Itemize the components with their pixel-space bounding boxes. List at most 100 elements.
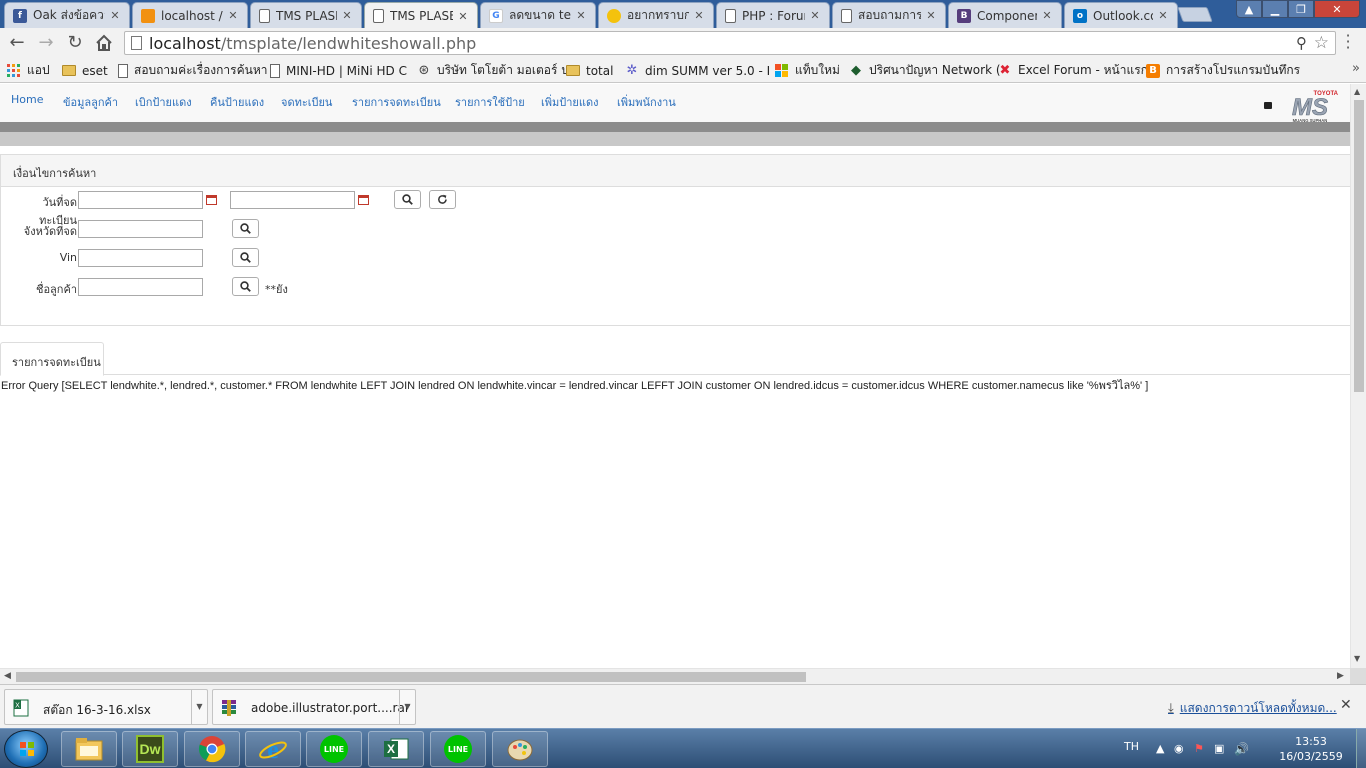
browser-tab-10[interactable]: o Outlook.com ✕	[1064, 2, 1178, 28]
page-info-icon[interactable]	[131, 36, 142, 50]
search-province-button[interactable]	[232, 219, 259, 238]
download-options-chevron-icon[interactable]: ▼	[191, 690, 207, 724]
nav-add-employee[interactable]: เพิ่มพนักงาน	[617, 93, 676, 111]
explorer-icon[interactable]	[61, 731, 117, 767]
browser-tab-1[interactable]: f Oak ส่งข้อความ ✕	[4, 2, 130, 28]
nav-plate-usage-list[interactable]: รายการใช้ป้าย	[455, 93, 525, 111]
close-tab-icon[interactable]: ✕	[1041, 9, 1053, 22]
taskbar-clock[interactable]: 13:53 16/03/2559	[1276, 734, 1346, 764]
bookmark-5[interactable]: ⊛ บริษัท โตโยต้า มอเตอร์ ป	[417, 62, 569, 79]
bookmark-4[interactable]: MINI-HD | MiNi HD C	[270, 62, 407, 79]
close-tab-icon[interactable]: ✕	[575, 9, 587, 22]
lock-icon[interactable]	[1264, 102, 1272, 109]
tab-registration-list[interactable]: รายการจดทะเบียน	[0, 342, 104, 376]
browser-tab-6[interactable]: อยากทราบการ ✕	[598, 2, 714, 28]
paint-icon[interactable]	[492, 731, 548, 767]
browser-tab-9[interactable]: B Components ✕	[948, 2, 1062, 28]
vertical-scroll-thumb[interactable]	[1354, 100, 1364, 392]
start-button[interactable]	[4, 730, 48, 768]
vertical-scrollbar[interactable]: ▲ ▼	[1350, 84, 1366, 668]
nav-register[interactable]: จดทะเบียน	[281, 93, 332, 111]
ie-icon[interactable]: e	[245, 731, 301, 767]
close-tab-icon[interactable]: ✕	[341, 9, 353, 22]
profile-icon[interactable]: ▲	[1236, 0, 1262, 18]
nav-home[interactable]: Home	[11, 93, 43, 106]
reset-button[interactable]	[429, 190, 456, 209]
browser-tab-3[interactable]: TMS PLASE ✕	[250, 2, 362, 28]
close-tab-icon[interactable]: ✕	[693, 9, 705, 22]
chrome-menu-icon[interactable]: · · ·	[1343, 28, 1353, 56]
bookmark-eset[interactable]: eset	[62, 62, 108, 79]
province-input[interactable]	[78, 220, 203, 238]
chrome-icon[interactable]	[184, 731, 240, 767]
search-customer-button[interactable]	[232, 277, 259, 296]
close-window-button[interactable]: ✕	[1314, 0, 1360, 18]
bookmark-10[interactable]: ✖ Excel Forum - หน้าแรก	[998, 62, 1148, 79]
show-desktop-button[interactable]	[1356, 729, 1366, 768]
nav-return-red-plate[interactable]: คืนป้ายแดง	[210, 93, 264, 111]
zoom-icon[interactable]: ⚲	[1296, 34, 1307, 52]
address-bar[interactable]: localhost/tmsplate/lendwhiteshowall.php …	[124, 31, 1336, 55]
dreamweaver-icon[interactable]: Dw	[122, 731, 178, 767]
close-tab-icon[interactable]: ✕	[925, 9, 937, 22]
close-download-shelf-icon[interactable]: ✕	[1340, 697, 1352, 713]
close-tab-icon[interactable]: ✕	[457, 10, 469, 23]
language-indicator[interactable]: TH	[1124, 740, 1139, 753]
browser-tab-8[interactable]: สอบถามการ ✕	[832, 2, 946, 28]
registration-date-to-input[interactable]	[230, 191, 355, 209]
new-tab-button[interactable]	[1177, 7, 1213, 22]
calendar-icon[interactable]	[358, 195, 369, 205]
scroll-down-arrow-icon[interactable]: ▼	[1354, 654, 1360, 663]
scroll-up-arrow-icon[interactable]: ▲	[1354, 87, 1360, 96]
nav-registration-list[interactable]: รายการจดทะเบียน	[352, 93, 441, 111]
show-all-downloads-link[interactable]: ⤓ แสดงการดาวน์โหลดทั้งหมด...	[1168, 699, 1337, 718]
customer-name-input[interactable]	[78, 278, 203, 296]
minimize-button[interactable]: ▁	[1262, 0, 1288, 18]
tray-expand-icon[interactable]: ▲	[1156, 742, 1164, 755]
browser-tab-7[interactable]: PHP : Forum ✕	[716, 2, 830, 28]
download-options-chevron-icon[interactable]: ▼	[399, 690, 415, 724]
bookmark-7[interactable]: ✲ dim SUMM ver 5.0 - I	[625, 62, 771, 79]
more-bookmarks-icon[interactable]: »	[1352, 61, 1360, 76]
scroll-right-arrow-icon[interactable]: ▶	[1337, 671, 1344, 681]
close-tab-icon[interactable]: ✕	[109, 9, 121, 22]
search-vin-button[interactable]	[232, 248, 259, 267]
close-tab-icon[interactable]: ✕	[809, 9, 821, 22]
forward-arrow-icon[interactable]: →	[35, 32, 57, 54]
scroll-left-arrow-icon[interactable]: ◀	[4, 671, 11, 681]
flag-alert-icon[interactable]: ⚑	[1194, 742, 1204, 755]
nav-customer-info[interactable]: ข้อมูลลูกค้า	[63, 93, 118, 111]
download-item-1[interactable]: X สต๊อก 16-3-16.xlsx ▼	[4, 689, 208, 725]
browser-tab-5[interactable]: G ลดขนาด text ✕	[480, 2, 596, 28]
vin-input[interactable]	[78, 249, 203, 267]
browser-tab-2[interactable]: localhost / localhost ✕	[132, 2, 248, 28]
nav-borrow-red-plate[interactable]: เบิกป้ายแดง	[135, 93, 192, 111]
bookmark-3[interactable]: สอบถามค่ะเรื่องการค้นหา	[118, 62, 267, 79]
excel-icon[interactable]: X	[368, 731, 424, 767]
network-icon[interactable]: ▣	[1214, 742, 1224, 755]
close-tab-icon[interactable]: ✕	[227, 9, 239, 22]
reload-icon[interactable]: ↻	[64, 32, 86, 54]
search-date-button[interactable]	[394, 190, 421, 209]
download-item-2[interactable]: adobe.illustrator.port....rar ▼	[212, 689, 416, 725]
registration-date-from-input[interactable]	[78, 191, 203, 209]
home-icon[interactable]	[93, 32, 115, 54]
maximize-button[interactable]: ❐	[1288, 0, 1314, 18]
bookmark-total[interactable]: total	[566, 62, 613, 79]
nav-add-red-plate[interactable]: เพิ่มป้ายแดง	[541, 93, 598, 111]
volume-icon[interactable]: 🔊	[1234, 742, 1249, 756]
bookmark-apps[interactable]: แอป	[7, 62, 50, 79]
bookmark-8[interactable]: แท็บใหม่	[775, 62, 840, 79]
bookmark-9[interactable]: ◆ ปริศนาปัญหา Network (	[849, 62, 1001, 79]
browser-tab-active[interactable]: TMS PLASE ✕	[364, 2, 478, 29]
horizontal-scrollbar[interactable]: ◀ ▶	[0, 668, 1350, 684]
calendar-icon[interactable]	[206, 195, 217, 205]
horizontal-scroll-thumb[interactable]	[16, 672, 806, 682]
close-tab-icon[interactable]: ✕	[1157, 9, 1169, 22]
back-arrow-icon[interactable]: ←	[6, 32, 28, 54]
bookmark-star-icon[interactable]: ☆	[1314, 33, 1329, 53]
security-shield-icon[interactable]: ◉	[1174, 742, 1184, 755]
bookmark-11[interactable]: B การสร้างโปรแกรมบันทึกร	[1146, 62, 1300, 79]
line-icon[interactable]: LINE	[430, 731, 486, 767]
line-icon[interactable]: LINE	[306, 731, 362, 767]
